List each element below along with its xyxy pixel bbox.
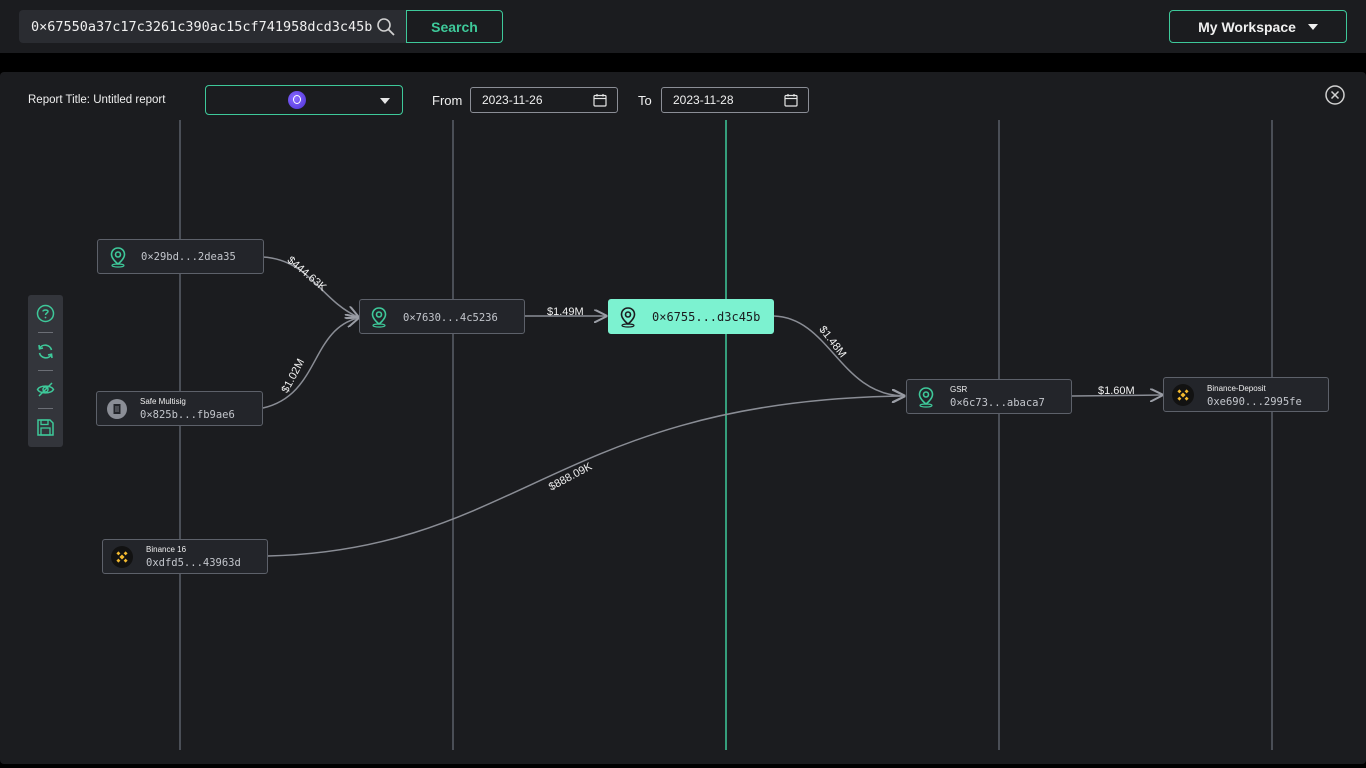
location-pin-icon <box>620 307 636 328</box>
report-title[interactable]: Report Title: Untitled report <box>28 94 165 106</box>
address-node[interactable]: 0×29bd...2dea35 <box>97 239 264 274</box>
node-address: 0×29bd...2dea35 <box>141 251 236 263</box>
chain-logo-icon <box>288 91 306 109</box>
node-name: Binance 16 <box>146 545 187 554</box>
node-address: 0×6c73...abaca7 <box>950 397 1045 409</box>
location-pin-icon <box>918 387 934 408</box>
chevron-down-icon <box>380 98 390 104</box>
chain-select[interactable] <box>205 85 403 115</box>
help-icon[interactable] <box>36 304 55 323</box>
address-node[interactable]: Binance-Deposit 0xe690...2995fe <box>1163 377 1329 412</box>
node-address: 0xe690...2995fe <box>1207 396 1302 408</box>
from-label: From <box>432 93 463 108</box>
workspace-label: My Workspace <box>1198 18 1296 35</box>
search-button[interactable]: Search <box>406 10 503 43</box>
document-icon <box>107 399 127 419</box>
location-pin-icon <box>110 247 126 268</box>
focused-address-node[interactable]: 0×6755...d3c45b <box>608 299 774 334</box>
address-node[interactable]: 0×7630...4c5236 <box>359 299 525 334</box>
top-bar: Search My Workspace <box>0 0 1366 53</box>
toolbar-divider <box>38 332 53 333</box>
from-date-field[interactable]: 2023-11-26 <box>470 87 618 113</box>
to-date-field[interactable]: 2023-11-28 <box>661 87 809 113</box>
search-icon[interactable] <box>376 17 396 37</box>
toolbar-divider <box>38 408 53 409</box>
edge-label: $1.49M <box>547 306 584 318</box>
node-address: 0×825b...fb9ae6 <box>140 409 235 421</box>
chevron-down-icon <box>1307 23 1318 30</box>
address-node[interactable]: GSR 0×6c73...abaca7 <box>906 379 1072 414</box>
toolbar-divider <box>38 370 53 371</box>
to-date-value: 2023-11-28 <box>673 93 734 107</box>
node-name: Safe Multisig <box>140 397 186 406</box>
from-date-value: 2023-11-26 <box>482 93 543 107</box>
node-address: 0xdfd5...43963d <box>146 557 241 569</box>
eye-off-icon[interactable] <box>36 380 55 399</box>
close-icon[interactable] <box>1325 85 1345 105</box>
address-node[interactable]: Safe Multisig 0×825b...fb9ae6 <box>96 391 263 426</box>
refresh-icon[interactable] <box>36 342 55 361</box>
edge-label: $1.60M <box>1098 385 1135 397</box>
address-node[interactable]: Binance 16 0xdfd5...43963d <box>102 539 268 574</box>
node-name: Binance-Deposit <box>1207 384 1266 393</box>
binance-logo-icon <box>1172 384 1194 406</box>
save-icon[interactable] <box>36 418 55 437</box>
node-name: GSR <box>950 385 968 394</box>
search-input[interactable] <box>19 10 379 43</box>
calendar-icon[interactable] <box>784 93 798 107</box>
search-box <box>19 10 407 43</box>
binance-logo-icon <box>111 546 133 568</box>
location-pin-icon <box>371 307 387 328</box>
node-address: 0×6755...d3c45b <box>652 310 761 324</box>
calendar-icon[interactable] <box>593 93 607 107</box>
to-label: To <box>638 93 652 108</box>
node-address: 0×7630...4c5236 <box>403 312 498 324</box>
graph-toolbar <box>28 295 63 447</box>
workspace-dropdown[interactable]: My Workspace <box>1169 10 1347 43</box>
